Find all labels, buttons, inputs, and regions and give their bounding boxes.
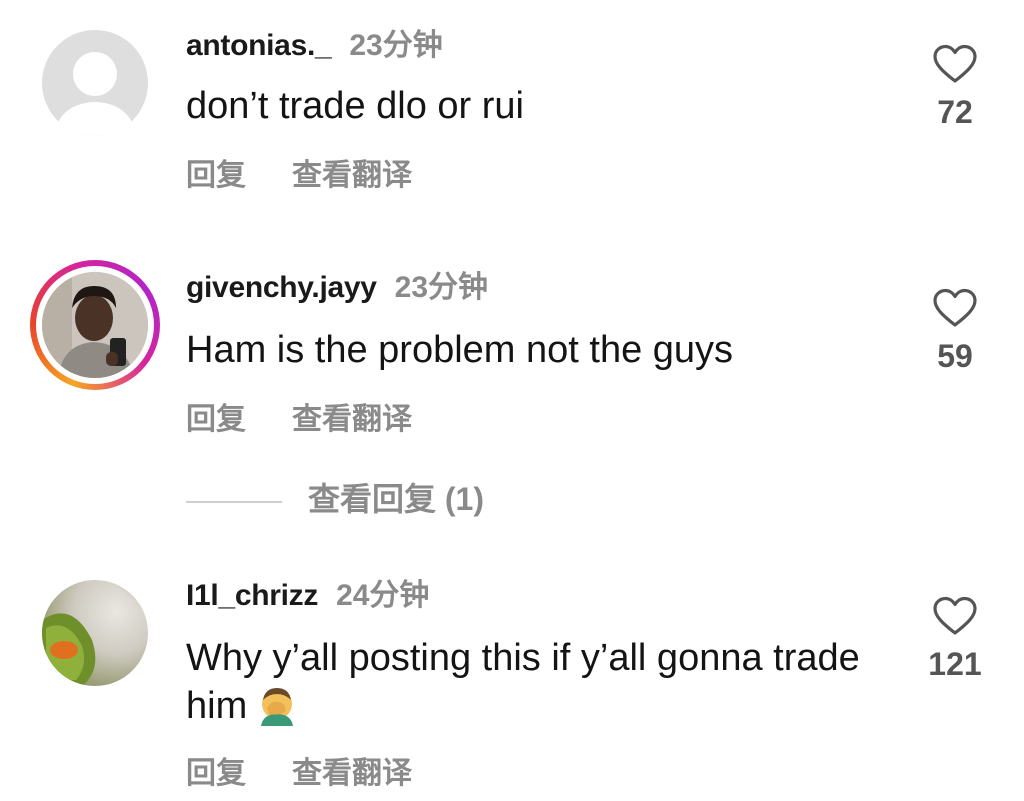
like-control: 72 bbox=[915, 44, 995, 131]
reply-button[interactable]: 回复 bbox=[186, 757, 246, 790]
like-count: 72 bbox=[937, 94, 973, 130]
comment-username[interactable]: givenchy.jayy bbox=[186, 271, 377, 304]
avatar-photo bbox=[42, 580, 148, 686]
like-control: 59 bbox=[915, 288, 995, 375]
comment-text: Why y’all posting this if y’all gonna tr… bbox=[186, 634, 886, 738]
translate-button[interactable]: 查看翻译 bbox=[292, 757, 412, 790]
heart-icon[interactable] bbox=[932, 288, 978, 328]
comment-time: 24分钟 bbox=[336, 579, 430, 612]
comment-header: antonias._ 23分钟 bbox=[186, 28, 443, 64]
avatar[interactable] bbox=[42, 30, 148, 136]
avatar-photo bbox=[42, 272, 148, 378]
translate-button[interactable]: 查看翻译 bbox=[292, 403, 412, 436]
view-replies-label: 查看回复 (1) bbox=[308, 481, 485, 517]
facepalm-emoji-icon bbox=[257, 686, 297, 738]
comment-actions: 回复 查看翻译 bbox=[186, 150, 412, 194]
comment-header: givenchy.jayy 23分钟 bbox=[186, 270, 488, 306]
comment-text: Ham is the problem not the guys bbox=[186, 329, 734, 371]
like-count: 59 bbox=[937, 338, 973, 374]
view-replies-button[interactable]: 查看回复 (1) bbox=[186, 474, 485, 517]
avatar bbox=[42, 272, 148, 378]
comment-username[interactable]: antonias._ bbox=[186, 29, 332, 62]
heart-icon[interactable] bbox=[932, 44, 978, 84]
view-replies-divider bbox=[186, 500, 282, 503]
heart-icon[interactable] bbox=[932, 596, 978, 636]
avatar-default-head bbox=[73, 52, 117, 96]
translate-button[interactable]: 查看翻译 bbox=[292, 159, 412, 192]
like-count: 121 bbox=[928, 646, 982, 682]
comment-time: 23分钟 bbox=[394, 271, 489, 304]
comment-actions: 回复 查看翻译 bbox=[186, 394, 412, 438]
comment-username[interactable]: I1l_chrizz bbox=[186, 579, 318, 612]
like-control: 121 bbox=[915, 596, 995, 683]
comment-time: 23分钟 bbox=[349, 29, 443, 62]
comment-actions: 回复 查看翻译 bbox=[186, 748, 412, 792]
avatar-default-body bbox=[56, 102, 134, 136]
avatar[interactable] bbox=[42, 580, 148, 686]
comment-header: I1l_chrizz 24分钟 bbox=[186, 578, 429, 614]
avatar-story-ring[interactable] bbox=[30, 260, 160, 390]
reply-button[interactable]: 回复 bbox=[186, 159, 246, 192]
comment-text: don’t trade dlo or rui bbox=[186, 85, 524, 127]
reply-button[interactable]: 回复 bbox=[186, 403, 246, 436]
